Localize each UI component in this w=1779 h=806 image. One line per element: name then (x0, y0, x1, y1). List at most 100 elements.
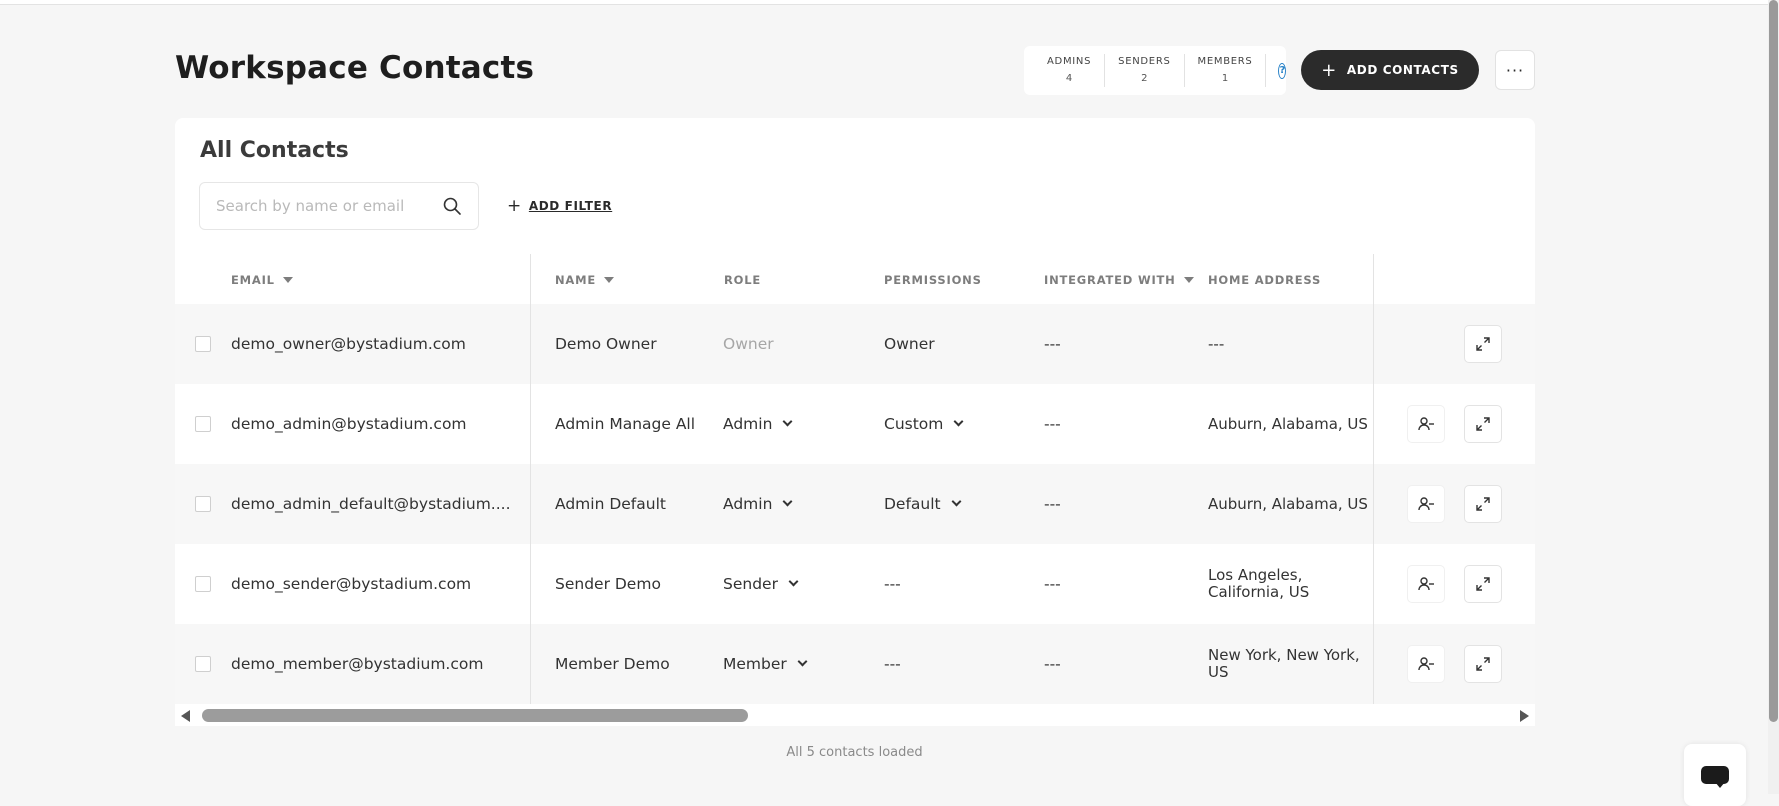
contacts-table: EMAIL NAME ROLE PERMISSIONS INTEGRATED W… (175, 254, 1535, 704)
remove-user-button[interactable] (1407, 405, 1445, 443)
more-options-button[interactable]: ··· (1495, 50, 1535, 90)
table-row[interactable]: demo_owner@bystadium.com Demo Owner Owne… (175, 304, 1535, 384)
expand-icon (1476, 417, 1490, 431)
role-dropdown[interactable]: Admin (723, 384, 793, 464)
user-minus-icon (1418, 577, 1434, 591)
row-checkbox[interactable] (195, 656, 211, 672)
table-row[interactable]: demo_admin_default@bystadium.... Admin D… (175, 464, 1535, 544)
actions-column-divider (1373, 254, 1374, 704)
vertical-scrollbar-thumb[interactable] (1769, 0, 1778, 722)
column-header-home-address: HOME ADDRESS (1208, 273, 1321, 287)
role-value: Admin (723, 415, 773, 433)
add-filter-button[interactable]: + ADD FILTER (507, 196, 612, 216)
row-checkbox[interactable] (195, 496, 211, 512)
expand-button[interactable] (1464, 645, 1502, 683)
scroll-right-icon[interactable] (1520, 710, 1529, 722)
table-row[interactable]: demo_admin@bystadium.com Admin Manage Al… (175, 384, 1535, 464)
more-icon: ··· (1505, 60, 1525, 80)
email-cell: demo_sender@bystadium.com (231, 575, 472, 593)
expand-button[interactable] (1464, 325, 1502, 363)
integrated-with-cell: --- (1044, 335, 1061, 353)
page-title: Workspace Contacts (175, 50, 535, 86)
add-contacts-button[interactable]: + ADD CONTACTS (1301, 50, 1479, 90)
chevron-down-icon (782, 496, 793, 507)
permissions-dropdown[interactable]: Custom (884, 384, 964, 464)
role-dropdown[interactable]: Member (723, 624, 808, 704)
load-status: All 5 contacts loaded (786, 745, 923, 760)
expand-icon (1476, 337, 1490, 351)
stat-value: 2 (1141, 73, 1148, 84)
expand-button[interactable] (1464, 405, 1502, 443)
remove-user-button[interactable] (1407, 645, 1445, 683)
integrated-with-cell: --- (1044, 655, 1061, 673)
permissions-cell: --- (884, 575, 901, 593)
integrated-with-cell: --- (1044, 495, 1061, 513)
chevron-down-icon (951, 496, 962, 507)
expand-icon (1476, 657, 1490, 671)
row-checkbox[interactable] (195, 576, 211, 592)
permissions-dropdown[interactable]: Default (884, 464, 962, 544)
role-dropdown[interactable]: Admin (723, 464, 793, 544)
scroll-left-icon[interactable] (181, 710, 190, 722)
integrated-with-cell: --- (1044, 575, 1061, 593)
home-address-cell: --- (1208, 334, 1225, 353)
vertical-scrollbar[interactable] (1768, 0, 1779, 794)
email-cell: demo_member@bystadium.com (231, 655, 484, 673)
stat-label: MEMBERS (1197, 56, 1253, 67)
name-cell: Admin Manage All (555, 415, 696, 433)
stat-value: 4 (1065, 73, 1073, 84)
table-row[interactable]: demo_member@bystadium.com Member Demo Me… (175, 624, 1535, 704)
home-address-cell: Auburn, Alabama, US (1208, 414, 1368, 433)
horizontal-scrollbar-thumb[interactable] (202, 709, 748, 722)
search-input[interactable] (216, 197, 436, 215)
email-cell: demo_admin@bystadium.com (231, 415, 467, 433)
stat-members: MEMBERS 1 (1185, 54, 1267, 87)
stat-label: ADMINS (1047, 56, 1092, 67)
column-header-integrated-with[interactable]: INTEGRATED WITH (1044, 273, 1194, 287)
email-cell: demo_owner@bystadium.com (231, 335, 466, 353)
expand-button[interactable] (1464, 485, 1502, 523)
role-cell: Owner (723, 335, 774, 353)
row-checkbox[interactable] (195, 336, 211, 352)
top-bar (0, 0, 1768, 5)
remove-user-button[interactable] (1407, 485, 1445, 523)
table-row[interactable]: demo_sender@bystadium.com Sender Demo Se… (175, 544, 1535, 624)
user-minus-icon (1418, 497, 1434, 511)
column-header-email[interactable]: EMAIL (231, 273, 293, 287)
chevron-down-icon (953, 416, 964, 427)
role-value: Member (723, 655, 787, 673)
user-minus-icon (1418, 417, 1434, 431)
remove-user-button[interactable] (1407, 565, 1445, 603)
home-address-cell: Auburn, Alabama, US (1208, 494, 1368, 513)
name-cell: Admin Default (555, 495, 666, 513)
name-cell: Demo Owner (555, 335, 657, 353)
sort-caret-icon[interactable] (1183, 277, 1194, 283)
card-title: All Contacts (200, 138, 349, 163)
plus-icon: + (1321, 59, 1337, 81)
expand-button[interactable] (1464, 565, 1502, 603)
user-minus-icon (1418, 657, 1434, 671)
row-checkbox[interactable] (195, 416, 211, 432)
chevron-down-icon (782, 416, 793, 427)
header-label: PERMISSIONS (884, 273, 982, 287)
help-icon[interactable]: ? (1278, 62, 1287, 79)
home-address-cell: New York, New York, US (1208, 646, 1360, 681)
permissions-cell: --- (884, 655, 901, 673)
frozen-column-divider (530, 254, 531, 704)
name-cell: Sender Demo (555, 575, 661, 593)
column-header-name[interactable]: NAME (555, 273, 615, 287)
sort-caret-icon[interactable] (604, 277, 615, 283)
horizontal-scrollbar[interactable] (175, 704, 1535, 726)
add-contacts-label: ADD CONTACTS (1346, 63, 1459, 77)
search-box[interactable] (199, 182, 479, 230)
sort-caret-icon[interactable] (282, 277, 293, 283)
header-label: NAME (555, 273, 597, 287)
column-header-permissions: PERMISSIONS (884, 273, 982, 287)
search-icon[interactable] (442, 196, 462, 216)
chevron-down-icon (797, 656, 808, 667)
role-dropdown[interactable]: Sender (723, 544, 799, 624)
role-value: Sender (723, 575, 778, 593)
add-filter-label: ADD FILTER (528, 199, 613, 213)
header-label: HOME ADDRESS (1208, 273, 1322, 287)
chat-button[interactable] (1684, 744, 1746, 806)
